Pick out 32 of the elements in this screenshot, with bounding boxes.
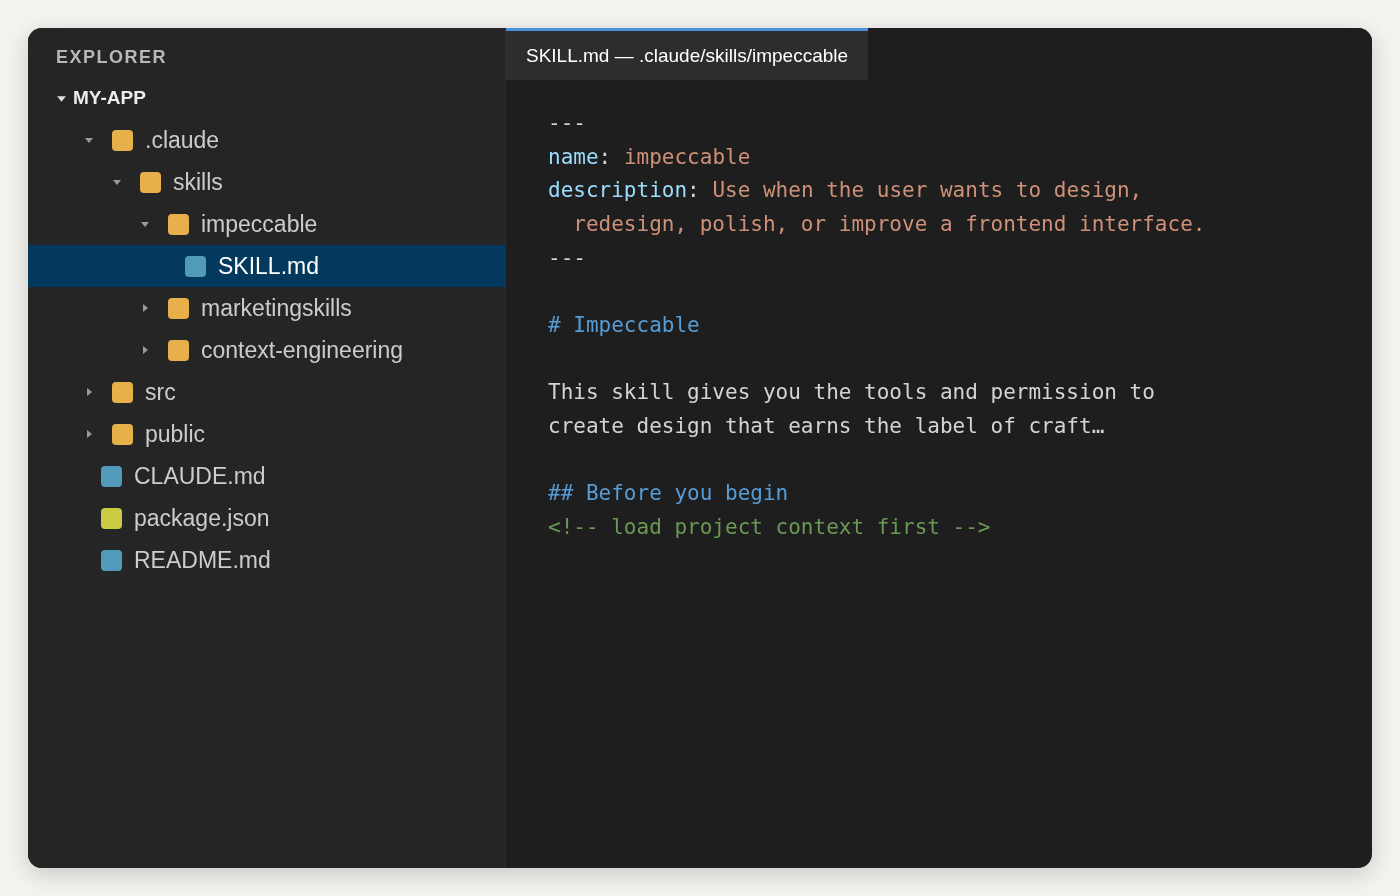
tree-item-label: README.md bbox=[134, 546, 271, 574]
caret-icon[interactable] bbox=[112, 177, 122, 187]
tree-item-label: SKILL.md bbox=[218, 252, 319, 280]
caret-icon[interactable] bbox=[84, 387, 94, 397]
tree-row-highlight[interactable]: SKILL.md bbox=[28, 245, 505, 287]
tree-item-label: src bbox=[145, 378, 176, 406]
code-line: <!-- load project context first --> bbox=[548, 515, 991, 540]
tree-item-label: context-engineering bbox=[201, 336, 404, 364]
tree-item-label: public bbox=[145, 420, 206, 448]
caret-icon[interactable] bbox=[140, 345, 150, 355]
code-line: ## Before you begin bbox=[548, 481, 789, 506]
caret-icon[interactable] bbox=[140, 303, 150, 313]
caret-icon[interactable] bbox=[140, 219, 150, 229]
explorer-title: EXPLORER bbox=[55, 46, 169, 69]
code-line: redesign, polish, or improve a frontend interface. bbox=[572, 211, 1206, 236]
tree-item-label: skills bbox=[173, 168, 223, 196]
tree-item-label: package.json bbox=[134, 504, 270, 532]
code-line: create design that earns the label of craft… bbox=[548, 414, 1105, 439]
code-line: # Impeccable bbox=[548, 312, 700, 337]
editor-tab[interactable]: SKILL.md — .claude/skills/impeccable bbox=[506, 28, 869, 80]
tree-item-label: CLAUDE.md bbox=[134, 462, 266, 490]
code-line: name: impeccable bbox=[548, 144, 751, 169]
tree-item-label: marketingskills bbox=[201, 294, 352, 322]
tree-item-label: .claude bbox=[145, 126, 220, 154]
caret-icon[interactable] bbox=[84, 135, 94, 145]
code-line: description: Use when the user wants to design, bbox=[548, 178, 1143, 203]
caret-icon[interactable] bbox=[84, 429, 94, 439]
code-line: --- bbox=[548, 110, 586, 135]
code-line: This skill gives you the tools and permission to bbox=[548, 380, 1155, 405]
tree-item-label: impeccable bbox=[201, 210, 318, 238]
code-line: --- bbox=[548, 245, 586, 270]
project-name[interactable]: MY-APP bbox=[73, 87, 146, 109]
